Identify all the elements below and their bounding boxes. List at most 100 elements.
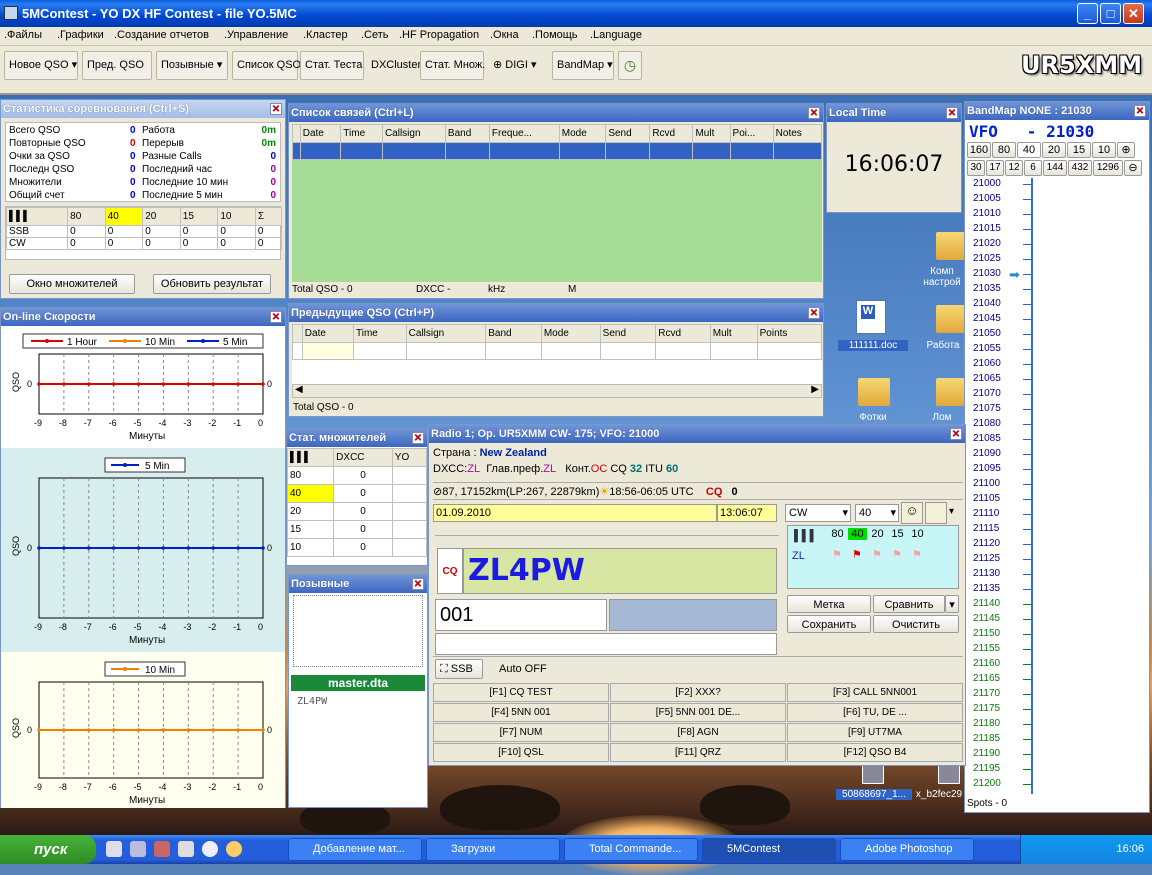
menu-file[interactable]: .Файлы xyxy=(4,29,42,41)
image-file-icon[interactable] xyxy=(862,764,884,784)
bandmap-band-button[interactable]: 80 xyxy=(992,142,1016,158)
frequency-tick[interactable]: 21020 xyxy=(973,238,1001,249)
column-header[interactable]: Mode xyxy=(558,124,607,143)
close-icon[interactable]: ✕ xyxy=(808,107,820,119)
function-key-button[interactable]: [F8] AGN xyxy=(610,723,786,742)
function-key-button[interactable]: [F7] NUM xyxy=(433,723,609,742)
frequency-tick[interactable]: 21190 xyxy=(973,748,1000,759)
close-icon[interactable]: ✕ xyxy=(808,307,820,319)
taskbar-item-photoshop[interactable]: Adobe Photoshop xyxy=(840,838,974,861)
frequency-tick[interactable]: 21085 xyxy=(973,433,1001,444)
quicklaunch-icon[interactable] xyxy=(226,841,242,857)
frequency-tick[interactable]: 21175 xyxy=(973,703,1000,714)
quicklaunch-icon[interactable] xyxy=(130,841,146,857)
function-key-button[interactable]: [F4] 5NN 001 xyxy=(433,703,609,722)
menu-graphs[interactable]: .Графики xyxy=(57,29,104,41)
dxcluster-button[interactable]: DXCluster xyxy=(366,51,421,80)
column-header[interactable]: Rcvd xyxy=(655,324,711,343)
column-header[interactable]: Mode xyxy=(540,324,601,343)
bandmap-band-button[interactable]: 15 xyxy=(1067,142,1091,158)
zoom-out-icon[interactable]: ⊖ xyxy=(1124,160,1142,176)
column-header[interactable]: Notes xyxy=(772,124,823,143)
bandmap-band-button[interactable]: 17 xyxy=(986,160,1004,176)
compare-button[interactable]: Сравнить xyxy=(873,595,945,613)
mode-select[interactable]: CW ▾ xyxy=(785,504,851,522)
taskbar-item-downloads[interactable]: Загрузки xyxy=(426,838,560,861)
frequency-tick[interactable]: 21090 xyxy=(973,448,1001,459)
mark-button[interactable]: Метка xyxy=(787,595,871,613)
frequency-tick[interactable]: 21000 xyxy=(973,178,1001,189)
frequency-tick[interactable]: 21025 xyxy=(973,253,1001,264)
frequency-tick[interactable]: 21180 xyxy=(973,718,1000,729)
taskbar-item-totalcmd[interactable]: Total Commande... xyxy=(564,838,698,861)
frequency-tick[interactable]: 21005 xyxy=(973,193,1001,204)
column-header[interactable]: Points xyxy=(756,324,823,343)
scroll-left-icon[interactable]: ◀ xyxy=(295,384,303,395)
column-header[interactable]: Time xyxy=(353,324,407,343)
frequency-tick[interactable]: 21195 xyxy=(973,763,1000,774)
frequency-tick[interactable]: 21070 xyxy=(973,388,1001,399)
column-header[interactable]: Mult xyxy=(692,124,731,143)
frequency-tick[interactable]: 21095 xyxy=(973,463,1001,474)
frequency-tick[interactable]: 21040 xyxy=(973,298,1001,309)
stat-mult-button[interactable]: Стат. Множ. xyxy=(420,51,485,80)
frequency-tick[interactable]: 21060 xyxy=(973,358,1001,369)
function-key-button[interactable]: [F1] CQ TEST xyxy=(433,683,609,702)
column-header[interactable]: Time xyxy=(340,124,383,143)
taskbar-item-firefox[interactable]: Добавление мат... xyxy=(288,838,422,861)
bandmap-band-button[interactable]: 20 xyxy=(1042,142,1066,158)
close-icon[interactable]: ✕ xyxy=(1134,105,1146,117)
frequency-tick[interactable]: 21170 xyxy=(973,688,1000,699)
bandmap-band-button[interactable]: 144 xyxy=(1043,160,1067,176)
callsign-input[interactable]: ZL4PW xyxy=(463,548,777,594)
column-header[interactable]: Send xyxy=(599,324,657,343)
frequency-tick[interactable]: 21065 xyxy=(973,373,1001,384)
tray-clock[interactable]: 16:06 xyxy=(1116,843,1144,855)
time-field[interactable]: 13:06:07 xyxy=(717,504,777,522)
menu-reports[interactable]: .Создание отчетов xyxy=(114,29,209,41)
compare-dropdown-icon[interactable]: ▾ xyxy=(945,595,959,613)
minimize-button[interactable]: _ xyxy=(1077,3,1098,24)
frequency-tick[interactable]: 21200 xyxy=(973,778,1001,789)
scroll-right-icon[interactable]: ▶ xyxy=(811,384,819,395)
frequency-tick[interactable]: 21145 xyxy=(973,613,1000,624)
frequency-tick[interactable]: 21030 xyxy=(973,268,1001,279)
image-file-icon[interactable] xyxy=(938,764,960,784)
quicklaunch-icon[interactable] xyxy=(178,841,194,857)
start-button[interactable]: пуск xyxy=(0,835,96,864)
maximize-button[interactable]: □ xyxy=(1100,3,1121,24)
selected-row[interactable] xyxy=(292,142,823,160)
frequency-tick[interactable]: 21055 xyxy=(973,343,1001,354)
qso-list-grid[interactable]: Date Time Callsign Band Freque... Mode Send Rcv… xyxy=(292,124,823,282)
menu-language[interactable]: .Language xyxy=(590,29,642,41)
quicklaunch-icon[interactable] xyxy=(202,841,218,857)
menu-cluster[interactable]: .Кластер xyxy=(303,29,348,41)
column-header[interactable]: Freque... xyxy=(488,124,560,143)
menu-propagation[interactable]: .HF Propagation xyxy=(399,29,479,41)
clock-icon[interactable]: ◷ xyxy=(618,51,642,80)
close-icon[interactable]: ✕ xyxy=(412,432,424,444)
column-header[interactable]: Callsign xyxy=(381,124,446,143)
blank-button[interactable] xyxy=(925,502,947,524)
frequency-tick[interactable]: 21010 xyxy=(973,208,1001,219)
frequency-tick[interactable]: 21015 xyxy=(973,223,1001,234)
close-icon[interactable]: ✕ xyxy=(412,578,424,590)
function-key-button[interactable]: [F10] QSL xyxy=(433,743,609,762)
frequency-tick[interactable]: 21080 xyxy=(973,418,1001,429)
save-button[interactable]: Сохранить xyxy=(787,615,871,633)
digi-button[interactable]: ⊕ DIGI ▾ xyxy=(488,51,548,80)
column-header[interactable]: Poi... xyxy=(729,124,774,143)
frequency-tick[interactable]: 21115 xyxy=(973,523,999,534)
ie-icon[interactable] xyxy=(106,841,122,857)
column-header[interactable]: Callsign xyxy=(405,324,487,343)
bandmap-band-button[interactable]: 10 xyxy=(1092,142,1116,158)
zoom-in-icon[interactable]: ⊕ xyxy=(1117,142,1135,158)
frequency-tick[interactable]: 21135 xyxy=(973,583,1000,594)
callsign-search-box[interactable] xyxy=(293,595,423,667)
qso-list-button[interactable]: Список QSO xyxy=(232,51,301,80)
function-key-button[interactable]: [F2] XXX? xyxy=(610,683,786,702)
column-header[interactable]: Band xyxy=(485,324,542,343)
callsign-match[interactable]: ZL4PW xyxy=(297,696,327,707)
frequency-tick[interactable]: 21130 xyxy=(973,568,1000,579)
bandmap-band-button[interactable]: 6 xyxy=(1024,160,1042,176)
